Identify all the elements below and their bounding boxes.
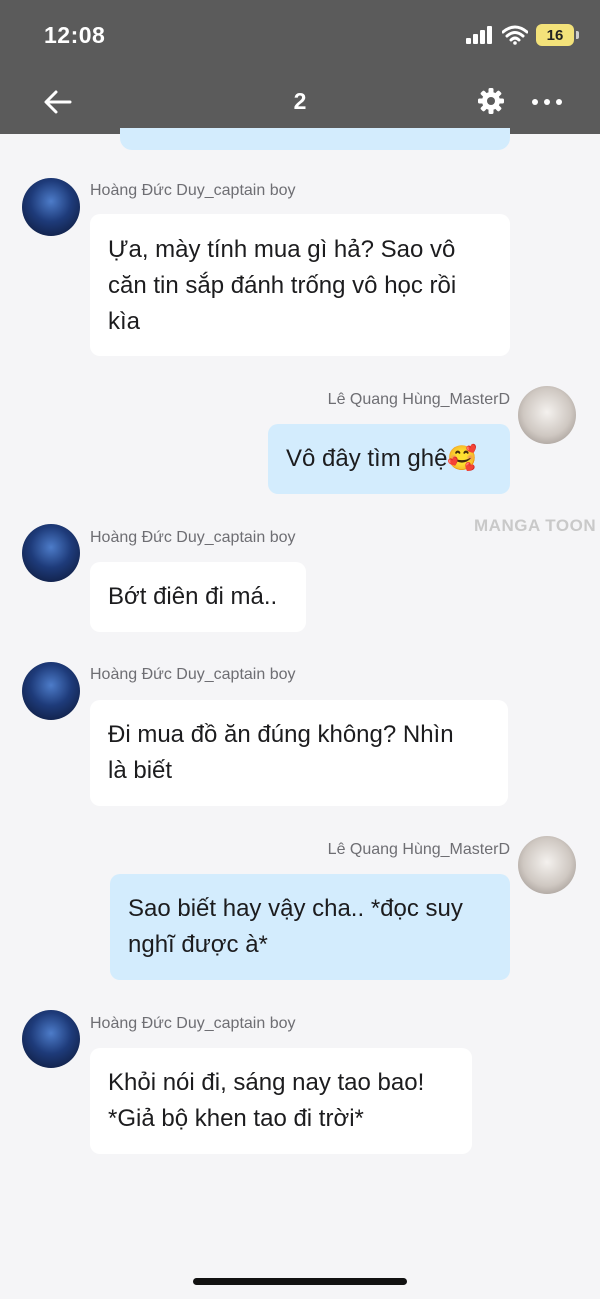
message-line: căn tin sắp đánh trống vô học rồi — [108, 272, 457, 299]
sender-name: Lê Quang Hùng_MasterD — [327, 391, 510, 408]
home-indicator[interactable] — [193, 1278, 407, 1285]
sender-name: Hoàng Đức Duy_captain boy — [90, 529, 296, 546]
sender-name: Lê Quang Hùng_MasterD — [327, 841, 510, 858]
message-line: Đi mua đồ ăn đúng không? Nhìn — [108, 721, 454, 748]
message-line: Vô đây tìm ghệ🥰 — [286, 445, 478, 472]
message-line: nghĩ được à* — [128, 931, 268, 958]
watermark: MANGA TOON — [474, 516, 597, 535]
top-bar: 12:08 16 2 — [0, 0, 600, 134]
status-time: 12:08 — [44, 22, 106, 48]
avatar[interactable] — [22, 662, 80, 720]
battery-indicator: 16 — [536, 24, 579, 46]
avatar[interactable] — [518, 836, 576, 894]
chat-title: 2 — [293, 88, 307, 114]
sender-name: Hoàng Đức Duy_captain boy — [90, 182, 296, 199]
avatar[interactable] — [518, 386, 576, 444]
message-line: *Giả bộ khen tao đi trời* — [108, 1105, 364, 1132]
gear-icon[interactable] — [476, 86, 506, 116]
message-bubble: Bớt điên đi má.. — [90, 562, 306, 632]
signal-icon — [466, 26, 492, 44]
sender-name: Hoàng Đức Duy_captain boy — [90, 1015, 296, 1032]
status-icons: 16 — [466, 24, 579, 46]
message-line: Khỏi nói đi, sáng nay tao bao! — [108, 1069, 425, 1096]
avatar[interactable] — [22, 1010, 80, 1068]
message-line: Ựa, mày tính mua gì hả? Sao vô — [108, 236, 456, 263]
sender-name: Hoàng Đức Duy_captain boy — [90, 666, 296, 683]
previous-message-bubble — [120, 128, 510, 150]
avatar[interactable] — [22, 524, 80, 582]
message-line: Bớt điên đi má.. — [108, 583, 278, 610]
wifi-icon — [502, 25, 528, 45]
message-bubble: Ựa, mày tính mua gì hả? Sao vô căn tin s… — [90, 214, 510, 356]
message-bubble: Khỏi nói đi, sáng nay tao bao! *Giả bộ k… — [90, 1048, 472, 1154]
more-horizontal-icon[interactable] — [530, 90, 564, 114]
message-line: kìa — [108, 308, 141, 335]
message-bubble: Sao biết hay vậy cha.. *đọc suy nghĩ đượ… — [110, 874, 510, 980]
avatar[interactable] — [22, 178, 80, 236]
message-line: Sao biết hay vậy cha.. *đọc suy — [128, 895, 463, 922]
message-bubble: Vô đây tìm ghệ🥰 — [268, 424, 510, 494]
message-bubble: Đi mua đồ ăn đúng không? Nhìn là biết — [90, 700, 508, 806]
message-line: là biết — [108, 757, 173, 784]
